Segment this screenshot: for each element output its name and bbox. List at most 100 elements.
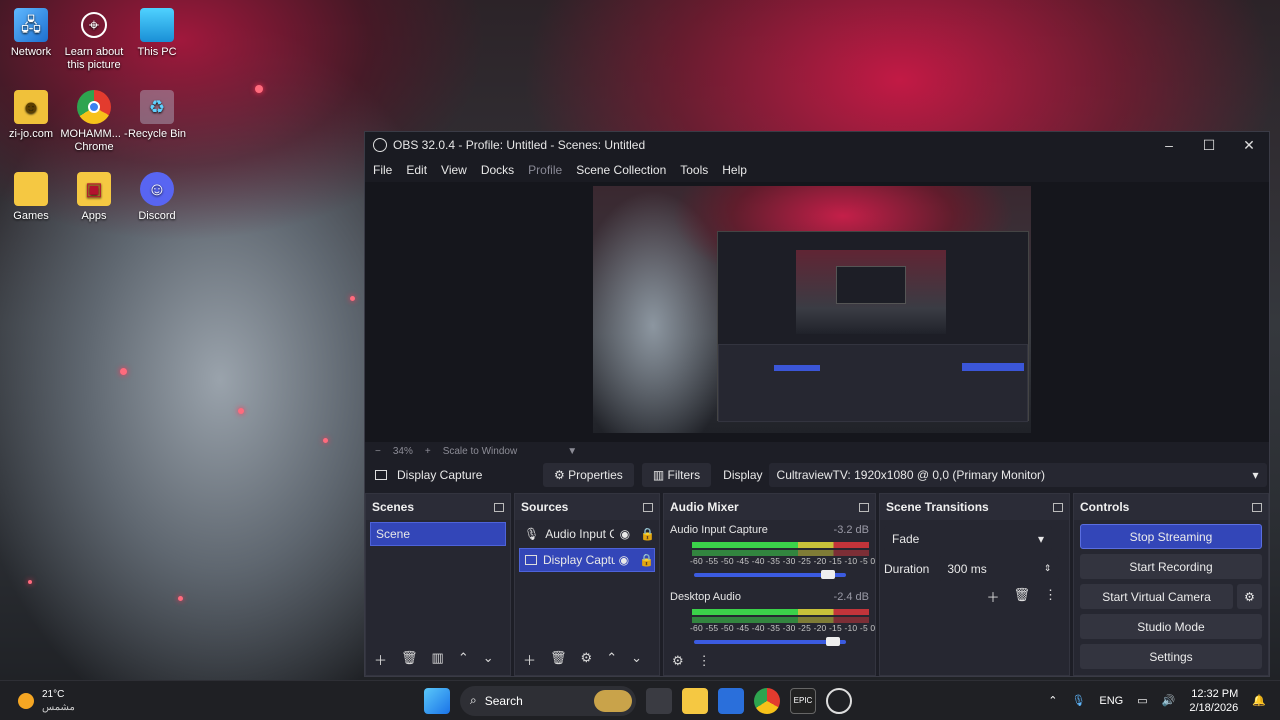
add-icon[interactable]: ＋ [523,650,536,669]
filters-button[interactable]: ▥ Filters [641,463,712,487]
eye-icon[interactable]: ◉ [619,553,629,567]
weather-desc: مشمس [42,701,75,713]
move-down-icon[interactable]: ⌄ [631,650,642,669]
docks-area: Scenes Scene ＋ 🗑 ▥ ⌃ ⌄ Sources 🎙 Audio Input… [365,493,1269,676]
settings-button[interactable]: Settings [1080,644,1262,669]
obs-taskbar-icon[interactable] [826,687,852,714]
add-icon[interactable]: ＋ [986,587,999,606]
preview-area[interactable] [365,182,1269,442]
microphone-icon[interactable]: 🎙 [1071,694,1085,707]
epic-games-icon[interactable]: EPIC [790,687,816,714]
eye-icon[interactable]: ◉ [620,527,630,541]
desktop-icon-zijo[interactable]: ☻ zi-jo.com [0,90,66,141]
menu-profile[interactable]: Profile [528,163,562,177]
task-view-icon[interactable] [646,687,672,714]
move-down-icon[interactable]: ⌄ [483,650,494,669]
float-dock-icon[interactable] [1053,502,1063,512]
start-virtual-camera-button[interactable]: Start Virtual Camera [1080,584,1233,609]
transitions-title: Scene Transitions [886,500,989,514]
mixer-channel: Desktop Audio -2.4 dB -60 -55 -50 -45 -40… [664,591,875,646]
taskbar-search[interactable]: ⌕ Search [460,685,636,716]
menu-docks[interactable]: Docks [481,163,514,177]
menu-scene-collection[interactable]: Scene Collection [576,163,666,177]
store-icon[interactable] [718,687,744,714]
more-options-icon[interactable]: ⋮ [1044,587,1057,606]
desktop-icon-recycle[interactable]: ♻ Recycle Bin [122,90,192,141]
source-item[interactable]: Display Captu ◉ 🔒 [519,548,655,572]
studio-mode-button[interactable]: Studio Mode [1080,614,1262,639]
volume-meter [692,542,869,548]
chrome-icon[interactable] [754,687,780,714]
volume-slider[interactable] [694,637,846,646]
move-up-icon[interactable]: ⌃ [606,650,617,669]
add-icon[interactable]: ＋ [374,650,387,669]
user-folder-icon: ☻ [14,90,48,124]
title-bar[interactable]: OBS 32.0.4 - Profile: Untitled - Scenes:… [365,132,1269,158]
lock-icon[interactable]: 🔒 [639,553,654,567]
windows-start-icon[interactable] [424,687,450,714]
menu-view[interactable]: View [441,163,467,177]
more-options-icon[interactable]: ⋮ [698,653,711,669]
desktop-icon-network[interactable]: 🖧 Network [0,8,66,59]
float-dock-icon[interactable] [1252,502,1262,512]
float-dock-icon[interactable] [494,502,504,512]
menu-help[interactable]: Help [722,163,747,177]
obs-window[interactable]: OBS 32.0.4 - Profile: Untitled - Scenes:… [364,131,1270,677]
float-dock-icon[interactable] [859,502,869,512]
language-indicator[interactable]: ENG [1099,695,1123,707]
zoom-in-button[interactable]: + [425,446,431,457]
menu-edit[interactable]: Edit [406,163,427,177]
display-select[interactable]: CultraviewTV: 1920x1080 @ 0,0 (Primary M… [768,463,1267,487]
scene-item[interactable]: Scene [370,522,506,546]
clock[interactable]: 12:32 PM 2/18/2026 [1189,687,1238,715]
minimize-icon[interactable]: – [1149,137,1189,153]
network-icon: 🖧 [14,8,48,42]
zoom-out-button[interactable]: − [375,446,381,457]
desktop-icon-apps[interactable]: ▣ Apps [59,172,129,223]
duration-input[interactable]: 300 ms ⇕ [939,556,1060,581]
float-dock-icon[interactable] [643,502,653,512]
trash-icon[interactable]: 🗑 [1013,587,1030,606]
move-up-icon[interactable]: ⌃ [458,650,469,669]
scale-mode-dropdown[interactable]: Scale to Window ▼ [443,446,589,457]
volume-slider[interactable] [694,570,846,579]
gear-icon[interactable]: ⚙ [581,650,593,669]
network-icon[interactable]: ▭ [1137,694,1147,707]
slider-knob[interactable] [825,637,840,646]
slider-knob[interactable] [821,570,836,579]
chevron-down-icon: ▾ [1037,531,1044,546]
wallpaper-petal [350,296,355,301]
menu-file[interactable]: File [373,163,392,177]
desktop-icon-this-pc[interactable]: This PC [122,8,192,59]
virtual-camera-settings-icon[interactable]: ⚙ [1237,584,1262,609]
advanced-audio-icon[interactable]: ⚙ [672,653,684,669]
transition-select[interactable]: Fade ▾ [884,526,1052,551]
wallpaper-petal [120,368,127,375]
source-item[interactable]: 🎙 Audio Input C ◉ 🔒 [519,522,655,546]
properties-button[interactable]: ⚙ Properties [543,463,634,487]
notification-icon[interactable]: 🔔 [1252,694,1266,707]
close-icon[interactable]: ✕ [1229,137,1269,154]
trash-icon[interactable]: 🗑 [401,650,418,669]
volume-icon[interactable]: 🔊 [1162,694,1176,707]
filters-icon[interactable]: ▥ [432,650,444,669]
volume-meter [692,617,869,623]
stop-streaming-button[interactable]: Stop Streaming [1080,524,1262,549]
desktop-icon-learn[interactable]: ⌖ Learn about this picture [59,8,129,72]
spin-icon: ⇕ [1043,563,1052,573]
controls-title: Controls [1080,500,1130,514]
lock-icon[interactable]: 🔒 [640,527,655,541]
search-highlight-icon [594,689,632,712]
menu-tools[interactable]: Tools [680,163,708,177]
start-recording-button[interactable]: Start Recording [1080,554,1262,579]
weather-temp: 21°C [42,688,65,700]
trash-icon[interactable]: 🗑 [550,650,567,669]
maximize-icon[interactable]: ☐ [1189,137,1229,154]
file-explorer-icon[interactable] [682,687,708,714]
chevron-up-icon[interactable]: ⌃ [1048,694,1057,707]
desktop-icon-chrome[interactable]: MOHAMM... - Chrome [59,90,129,154]
zoom-bar: − 34% + Scale to Window ▼ [365,442,1269,460]
weather-widget[interactable]: 21°C مشمس [18,688,188,714]
desktop-icon-games[interactable]: Games [0,172,66,223]
desktop-icon-discord[interactable]: ☺ Discord [122,172,192,223]
